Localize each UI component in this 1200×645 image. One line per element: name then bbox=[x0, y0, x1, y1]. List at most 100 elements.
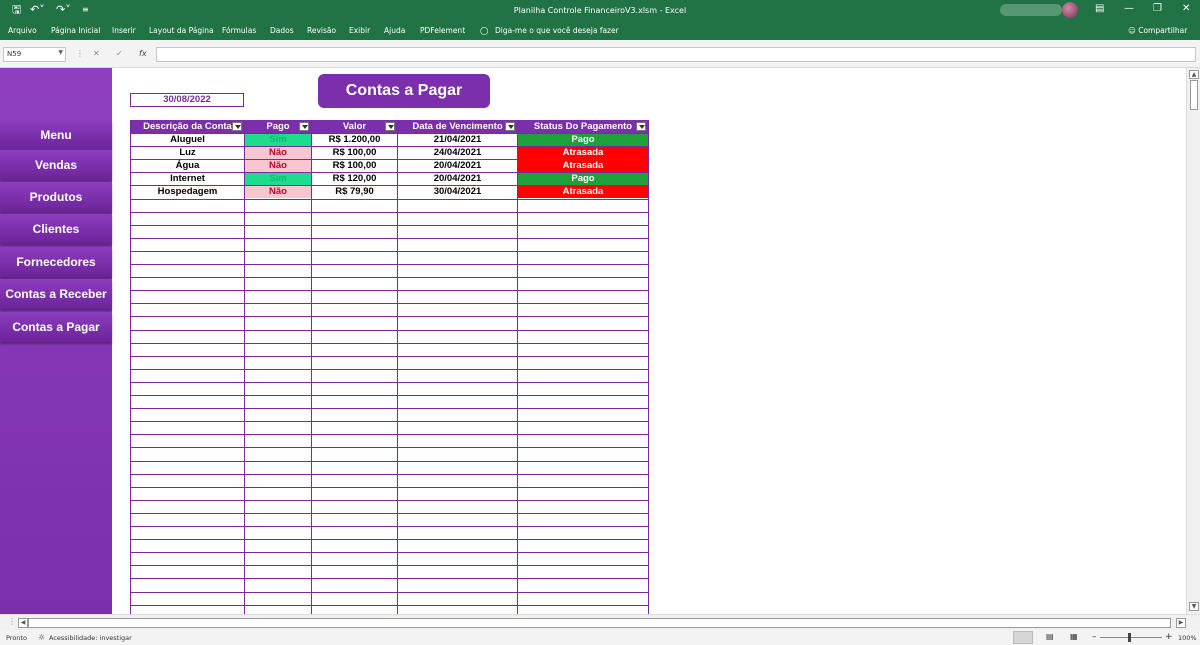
enter-icon[interactable]: ✓ bbox=[116, 49, 123, 58]
row-divider bbox=[131, 225, 648, 226]
zoom-slider-thumb[interactable] bbox=[1128, 633, 1131, 642]
zoom-in-icon[interactable]: + bbox=[1165, 632, 1173, 642]
scroll-left-icon[interactable]: ◀ bbox=[18, 618, 28, 628]
tab-layout-da-pagina[interactable]: Layout da Página bbox=[149, 26, 214, 35]
cell-valor[interactable]: R$ 79,90 bbox=[312, 186, 397, 198]
cell-pago[interactable]: Não bbox=[245, 186, 311, 198]
tell-me-search[interactable]: Diga-me o que você deseja fazer bbox=[495, 26, 619, 35]
avatar[interactable] bbox=[1062, 2, 1078, 18]
header-vencimento: Data de Vencimento bbox=[398, 120, 517, 133]
header-descricao-label: Descrição da Conta bbox=[143, 121, 232, 132]
page-title[interactable]: Contas a Pagar bbox=[318, 74, 490, 108]
row-divider bbox=[131, 382, 648, 383]
cell-descricao[interactable]: Hospedagem bbox=[131, 186, 244, 198]
row-divider bbox=[131, 199, 648, 200]
formula-input[interactable] bbox=[156, 47, 1196, 62]
cell-pago[interactable]: Não bbox=[245, 147, 311, 159]
cell-status[interactable]: Pago bbox=[518, 173, 648, 185]
tab-revisao[interactable]: Revisão bbox=[307, 26, 336, 35]
restore-icon[interactable]: ❐ bbox=[1153, 3, 1162, 14]
cell-pago[interactable]: Sim bbox=[245, 173, 311, 185]
cell-status[interactable]: Atrasada bbox=[518, 186, 648, 198]
scroll-right-icon[interactable]: ▶ bbox=[1176, 618, 1186, 628]
cell-pago[interactable]: Não bbox=[245, 160, 311, 172]
cell-status[interactable]: Atrasada bbox=[518, 147, 648, 159]
row-divider bbox=[131, 238, 648, 239]
name-box[interactable]: N59 ▼ bbox=[3, 47, 66, 62]
insert-function-button[interactable]: fx bbox=[139, 49, 147, 58]
sidebar-item-clientes[interactable]: Clientes bbox=[0, 214, 112, 244]
ribbon-tabs: Arquivo Página Inicial Inserir Layout da… bbox=[0, 22, 1200, 40]
tab-inserir[interactable]: Inserir bbox=[112, 26, 136, 35]
scroll-up-icon[interactable]: ▲ bbox=[1189, 70, 1199, 79]
tab-pagina-inicial[interactable]: Página Inicial bbox=[51, 26, 100, 35]
sidebar-item-menu[interactable]: Menu bbox=[0, 120, 112, 150]
filter-dropdown-icon[interactable] bbox=[636, 122, 646, 131]
row-divider bbox=[131, 447, 648, 448]
share-button[interactable]: ☺ Compartilhar bbox=[1128, 26, 1187, 35]
row-divider bbox=[131, 474, 648, 475]
user-name[interactable] bbox=[1000, 4, 1062, 16]
cell-valor[interactable]: R$ 120,00 bbox=[312, 173, 397, 185]
header-vencimento-label: Data de Vencimento bbox=[412, 121, 503, 132]
filter-dropdown-icon[interactable] bbox=[385, 122, 395, 131]
title-bar: 🖫 ↶˅ ↷˅ ≡ Planilha Controle FinanceiroV3… bbox=[0, 0, 1200, 22]
row-divider bbox=[131, 552, 648, 553]
scroll-thumb[interactable] bbox=[1190, 80, 1198, 110]
zoom-slider[interactable] bbox=[1100, 637, 1162, 638]
tab-dados[interactable]: Dados bbox=[270, 26, 294, 35]
current-date: 30/08/2022 bbox=[130, 93, 244, 107]
cell-vencimento[interactable]: 21/04/2021 bbox=[398, 134, 517, 146]
cell-vencimento[interactable]: 20/04/2021 bbox=[398, 160, 517, 172]
cell-vencimento[interactable]: 30/04/2021 bbox=[398, 186, 517, 198]
tab-formulas[interactable]: Fórmulas bbox=[222, 26, 256, 35]
name-box-value: N59 bbox=[7, 50, 22, 58]
close-icon[interactable]: ✕ bbox=[1182, 3, 1190, 14]
person-icon: ☺ bbox=[1128, 26, 1139, 35]
normal-view-icon[interactable] bbox=[1013, 631, 1033, 644]
tab-exibir[interactable]: Exibir bbox=[349, 26, 370, 35]
page-break-view-icon[interactable]: ▦ bbox=[1070, 632, 1078, 641]
sidebar-item-produtos[interactable]: Produtos bbox=[0, 182, 112, 212]
worksheet[interactable]: Menu Vendas Produtos Clientes Fornecedor… bbox=[0, 68, 1186, 614]
tab-ajuda[interactable]: Ajuda bbox=[384, 26, 405, 35]
row-divider bbox=[131, 316, 648, 317]
filter-dropdown-icon[interactable] bbox=[299, 122, 309, 131]
cell-valor[interactable]: R$ 1.200,00 bbox=[312, 134, 397, 146]
cell-status[interactable]: Atrasada bbox=[518, 160, 648, 172]
row-divider bbox=[131, 408, 648, 409]
cell-valor[interactable]: R$ 100,00 bbox=[312, 147, 397, 159]
cancel-icon[interactable]: ✕ bbox=[93, 49, 100, 58]
row-divider bbox=[131, 578, 648, 579]
chevron-down-icon[interactable]: ▼ bbox=[58, 49, 63, 56]
cell-descricao[interactable]: Luz bbox=[131, 147, 244, 159]
cell-status[interactable]: Pago bbox=[518, 134, 648, 146]
cell-pago[interactable]: Sim bbox=[245, 134, 311, 146]
tab-pdfelement[interactable]: PDFelement bbox=[420, 26, 465, 35]
scroll-track[interactable] bbox=[28, 618, 1171, 628]
row-divider bbox=[131, 277, 648, 278]
zoom-out-icon[interactable]: – bbox=[1092, 632, 1097, 642]
vertical-scrollbar[interactable]: ▲ ▼ bbox=[1186, 68, 1200, 614]
cell-descricao[interactable]: Aluguel bbox=[131, 134, 244, 146]
filter-dropdown-icon[interactable] bbox=[505, 122, 515, 131]
ribbon-display-options-icon[interactable]: ▤ bbox=[1095, 3, 1104, 14]
tab-arquivo[interactable]: Arquivo bbox=[8, 26, 37, 35]
minimize-icon[interactable]: — bbox=[1124, 3, 1134, 14]
sidebar-item-contas-a-receber[interactable]: Contas a Receber bbox=[0, 279, 112, 309]
sidebar-item-contas-a-pagar[interactable]: Contas a Pagar bbox=[0, 312, 112, 342]
horizontal-scrollbar[interactable]: ⋮ ◀ ▶ bbox=[0, 614, 1200, 630]
row-divider bbox=[131, 356, 648, 357]
cell-vencimento[interactable]: 20/04/2021 bbox=[398, 173, 517, 185]
accessibility-status[interactable]: Acessibilidade: investigar bbox=[49, 634, 132, 642]
zoom-level[interactable]: 100% bbox=[1178, 634, 1197, 642]
cell-vencimento[interactable]: 24/04/2021 bbox=[398, 147, 517, 159]
cell-valor[interactable]: R$ 100,00 bbox=[312, 160, 397, 172]
filter-dropdown-icon[interactable] bbox=[232, 122, 242, 131]
scroll-down-icon[interactable]: ▼ bbox=[1189, 602, 1199, 611]
page-layout-view-icon[interactable]: ▤ bbox=[1046, 632, 1054, 641]
cell-descricao[interactable]: Água bbox=[131, 160, 244, 172]
cell-descricao[interactable]: Internet bbox=[131, 173, 244, 185]
sidebar-item-vendas[interactable]: Vendas bbox=[0, 150, 112, 180]
sidebar-item-fornecedores[interactable]: Fornecedores bbox=[0, 247, 112, 277]
